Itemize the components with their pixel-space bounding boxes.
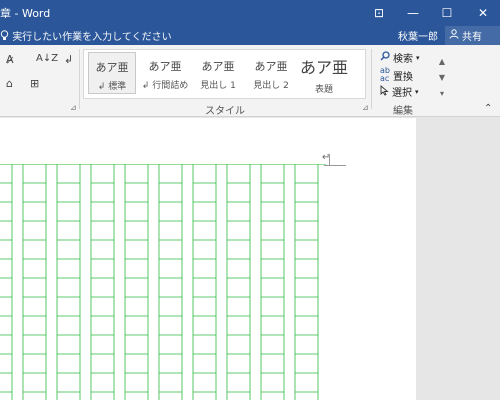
styles-dialog-launcher-icon[interactable]: ⊿ bbox=[362, 103, 369, 112]
select-label: 選択 bbox=[392, 88, 412, 99]
styles-gallery: あア亜 ↲ 標準 あア亜 ↲ 行間詰め あア亜 見出し 1 あア亜 見出し 2 … bbox=[83, 49, 445, 99]
ribbon: A̷ A↓Z ↲ ⌂ ⊞ ⊿ あア亜 ↲ 標準 あア亜 ↲ 行間詰め あア亜 見… bbox=[0, 45, 500, 117]
find-label: 検索 bbox=[393, 54, 413, 65]
tell-me-input[interactable]: 実行したい作業を入力してください bbox=[0, 28, 172, 43]
style-label: ↲ 行間詰め bbox=[141, 81, 189, 91]
style-heading-1[interactable]: あア亜 見出し 1 bbox=[194, 52, 242, 94]
style-label: 見出し 1 bbox=[200, 81, 236, 91]
style-sample: あア亜 bbox=[254, 60, 288, 73]
show-marks-button[interactable]: ↲ bbox=[64, 53, 73, 66]
style-label: 見出し 2 bbox=[253, 81, 289, 91]
style-title[interactable]: あア亜 表題 bbox=[300, 52, 349, 95]
document-page[interactable]: ↵ bbox=[0, 118, 416, 400]
right-margin-area bbox=[416, 118, 500, 400]
replace-button[interactable]: ab ac 置換 bbox=[380, 67, 413, 83]
style-label: 表題 bbox=[314, 85, 333, 95]
tell-me-bar: 実行したい作業を入力してください 秋葉一郎 共有 bbox=[0, 26, 500, 45]
grid-column bbox=[260, 164, 285, 400]
shading-button[interactable]: ⌂ bbox=[6, 77, 13, 90]
gallery-down-button[interactable]: ▼ bbox=[434, 70, 450, 86]
grid-column bbox=[22, 164, 47, 400]
grid-column bbox=[294, 164, 319, 400]
grid-column bbox=[192, 164, 217, 400]
user-name[interactable]: 秋葉一郎 bbox=[398, 28, 438, 43]
grid-column bbox=[124, 164, 149, 400]
borders-button[interactable]: ⊞ bbox=[30, 77, 39, 90]
grid-column bbox=[56, 164, 81, 400]
person-icon bbox=[449, 29, 459, 42]
ribbon-display-options-button[interactable]: ⊡ bbox=[362, 0, 396, 26]
minimize-button[interactable]: — bbox=[396, 0, 430, 26]
grid-column bbox=[90, 164, 115, 400]
search-icon bbox=[380, 51, 390, 64]
style-heading-2[interactable]: あア亜 見出し 2 bbox=[247, 52, 295, 94]
title-bar: 章 - Word ⊡ — ☐ ✕ bbox=[0, 0, 500, 26]
style-sample: あア亜 bbox=[300, 58, 349, 77]
window-title: 章 - Word bbox=[0, 7, 51, 20]
share-label: 共有 bbox=[462, 32, 482, 43]
chevron-down-icon: ▾ bbox=[416, 53, 420, 62]
manuscript-grid bbox=[0, 164, 326, 400]
group-divider bbox=[371, 49, 372, 109]
sort-button[interactable]: A↓Z bbox=[36, 53, 58, 64]
grid-column bbox=[0, 164, 13, 400]
editing-group-label: 編集 bbox=[393, 106, 413, 117]
style-no-spacing[interactable]: あア亜 ↲ 行間詰め bbox=[141, 52, 189, 94]
replace-icon: ab ac bbox=[380, 66, 390, 83]
select-button[interactable]: 選択 ▾ bbox=[380, 84, 419, 99]
collapse-ribbon-icon[interactable]: ⌃ bbox=[484, 103, 492, 114]
cursor-icon bbox=[380, 84, 389, 99]
tell-me-placeholder: 実行したい作業を入力してください bbox=[12, 32, 172, 43]
style-label: ↲ 標準 bbox=[97, 82, 127, 92]
gallery-up-button[interactable]: ▲ bbox=[434, 54, 450, 70]
find-button[interactable]: 検索 ▾ bbox=[380, 50, 420, 65]
style-normal[interactable]: あア亜 ↲ 標準 bbox=[88, 52, 136, 94]
gallery-more-button[interactable]: ▾ bbox=[434, 86, 450, 102]
maximize-button[interactable]: ☐ bbox=[430, 0, 464, 26]
paragraph-dialog-launcher-icon[interactable]: ⊿ bbox=[70, 103, 77, 112]
lightbulb-icon bbox=[0, 30, 12, 43]
document-area: ↵ bbox=[0, 118, 500, 400]
chevron-down-icon: ▾ bbox=[415, 87, 419, 96]
grid-column bbox=[158, 164, 183, 400]
style-sample: あア亜 bbox=[201, 60, 235, 73]
share-button[interactable]: 共有 bbox=[445, 26, 500, 45]
clear-formatting-button[interactable]: A̷ bbox=[6, 53, 14, 66]
gallery-scrollbar: ▲ ▼ ▾ bbox=[434, 54, 450, 104]
close-button[interactable]: ✕ bbox=[466, 0, 500, 26]
styles-group-label: スタイル bbox=[205, 106, 245, 117]
style-sample: あア亜 bbox=[148, 60, 182, 73]
grid-column bbox=[226, 164, 251, 400]
style-sample: あア亜 bbox=[95, 61, 129, 74]
group-divider bbox=[79, 49, 80, 109]
replace-label: 置換 bbox=[392, 71, 413, 83]
